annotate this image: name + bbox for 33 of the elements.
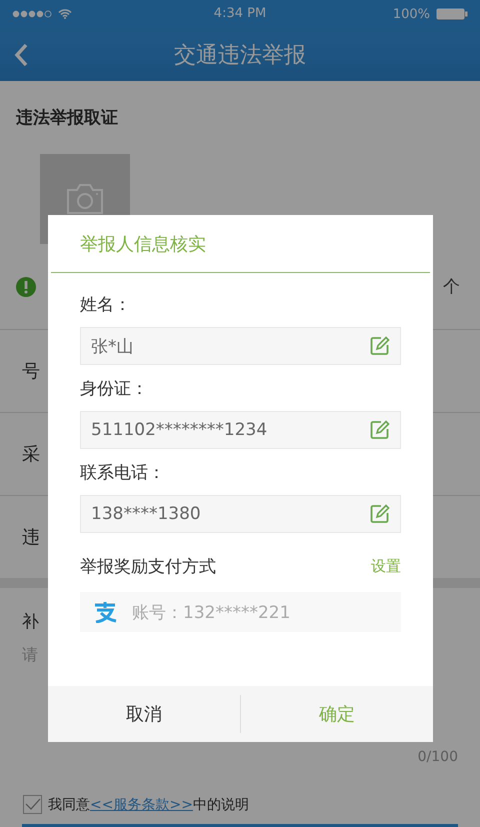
agreement-text: 我同意<<服务条款>>中的说明 [48, 796, 249, 814]
back-icon [12, 42, 30, 68]
section-title: 补 [22, 611, 39, 633]
battery-level: 100% [392, 6, 430, 22]
field-label: 姓名： [80, 294, 132, 317]
dialog-title: 举报人信息核实 [80, 234, 206, 255]
field-label: 身份证： [80, 378, 149, 401]
agree-checkbox[interactable] [23, 795, 42, 814]
row-label: 采 [22, 443, 40, 466]
input-field[interactable]: 138****1380 [80, 495, 401, 533]
terms-link[interactable]: <<服务条款>> [90, 796, 193, 812]
battery-icon [436, 8, 468, 20]
cancel-button[interactable]: 取消 [48, 686, 240, 742]
input-field[interactable]: 511102********1234 [80, 411, 401, 449]
status-time: 4:34 PM [214, 6, 266, 21]
confirm-button[interactable]: 确定 [241, 686, 433, 742]
edit-icon [370, 336, 390, 356]
edit-icon [370, 420, 390, 440]
notice-text: 个 [443, 276, 460, 298]
signal-icon [12, 10, 52, 18]
warning-icon [16, 276, 36, 296]
payment-account[interactable]: 账号：132*****221 [80, 592, 401, 632]
settings-link[interactable]: 设置 [371, 557, 401, 576]
char-counter: 0/100 [418, 749, 458, 765]
row-label: 号 [22, 360, 40, 383]
payment-label: 举报奖励支付方式 [80, 556, 216, 578]
edit-icon [370, 504, 390, 524]
input-field[interactable]: 张*山 [80, 327, 401, 365]
section-title: 违法举报取证 [16, 107, 119, 129]
page-title: 交通违法举报 [174, 42, 306, 70]
row-label: 违 [22, 526, 40, 549]
field-label: 联系电话： [80, 462, 166, 485]
wifi-icon [58, 9, 72, 19]
